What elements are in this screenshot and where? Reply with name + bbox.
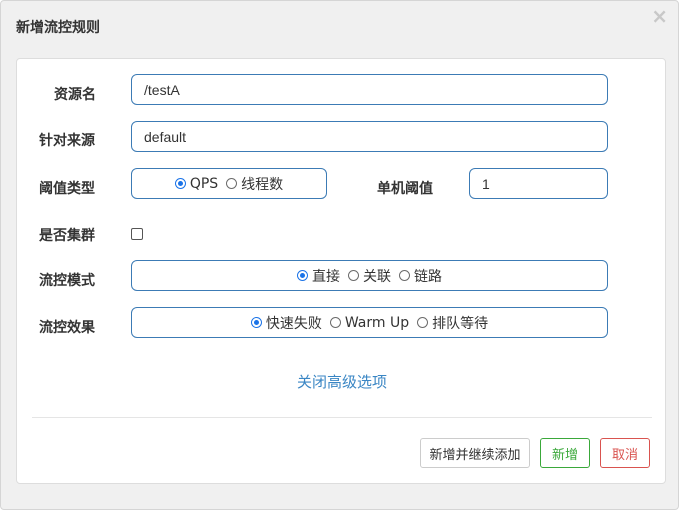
radio-unchecked-icon	[417, 317, 429, 328]
threshold-type-thread-option[interactable]: 线程数	[226, 174, 283, 194]
cluster-checkbox[interactable]	[131, 228, 143, 240]
cancel-button[interactable]: 取消	[600, 438, 650, 468]
radio-unchecked-icon	[329, 317, 341, 328]
resource-name-label: 资源名	[54, 87, 96, 103]
form-panel: 资源名 针对来源 阈值类型 QPS 线程数 单机阈值 是否集群 流控模式	[16, 58, 666, 484]
threshold-type-qps-label: QPS	[189, 175, 219, 192]
radio-unchecked-icon	[226, 178, 238, 189]
add-button[interactable]: 新增	[540, 438, 590, 468]
limit-app-input[interactable]	[131, 121, 608, 152]
radio-checked-icon	[297, 270, 308, 281]
advanced-options-toggle-link[interactable]: 关闭高级选项	[17, 371, 667, 392]
close-icon[interactable]: ×	[651, 6, 668, 26]
flow-effect-fastfail-option[interactable]: 快速失败	[250, 313, 322, 333]
flow-effect-warmup-option[interactable]: Warm Up	[329, 314, 410, 331]
flow-mode-direct-option[interactable]: 直接	[297, 266, 340, 286]
threshold-type-label: 阈值类型	[39, 181, 95, 197]
divider	[32, 417, 652, 418]
radio-checked-icon	[250, 317, 262, 328]
flow-mode-relate-label: 关联	[363, 268, 391, 285]
cluster-label: 是否集群	[39, 228, 95, 244]
flow-effect-group: 快速失败 Warm Up 排队等待	[131, 307, 608, 338]
single-threshold-label: 单机阈值	[377, 181, 433, 197]
resource-name-input[interactable]	[131, 74, 608, 105]
radio-unchecked-icon	[348, 270, 359, 281]
add-and-continue-button[interactable]: 新增并继续添加	[420, 438, 530, 468]
flow-effect-queue-label: 排队等待	[432, 315, 489, 332]
limit-app-label: 针对来源	[39, 133, 95, 149]
dialog-title: 新增流控规则	[16, 20, 100, 36]
flow-mode-label: 流控模式	[39, 273, 95, 289]
single-threshold-input[interactable]	[469, 168, 608, 199]
flow-rule-dialog: 新增流控规则 × 资源名 针对来源 阈值类型 QPS 线程数 单机阈值 是否集群…	[0, 0, 679, 510]
flow-mode-relate-option[interactable]: 关联	[348, 266, 391, 286]
radio-unchecked-icon	[399, 270, 410, 281]
flow-effect-fastfail-label: 快速失败	[265, 315, 322, 332]
flow-mode-chain-label: 链路	[414, 268, 442, 285]
flow-effect-label: 流控效果	[39, 320, 95, 336]
radio-checked-icon	[174, 178, 186, 189]
threshold-type-qps-option[interactable]: QPS	[174, 175, 219, 192]
flow-mode-chain-option[interactable]: 链路	[399, 266, 442, 286]
flow-effect-queue-option[interactable]: 排队等待	[417, 313, 488, 333]
flow-mode-group: 直接 关联 链路	[131, 260, 608, 291]
threshold-type-group: QPS 线程数	[131, 168, 327, 199]
flow-mode-direct-label: 直接	[312, 268, 340, 285]
threshold-type-thread-label: 线程数	[241, 176, 284, 193]
flow-effect-warmup-label: Warm Up	[344, 314, 410, 331]
